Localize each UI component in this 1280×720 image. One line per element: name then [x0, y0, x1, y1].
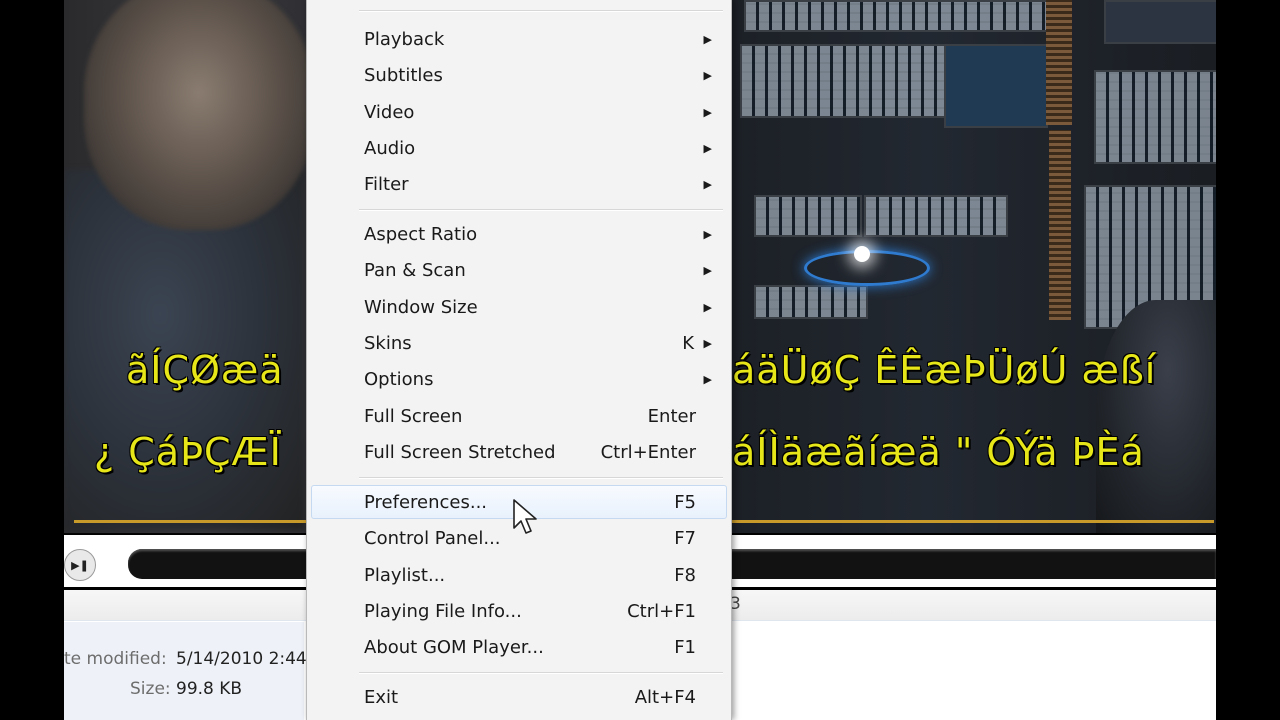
menu-item-window-size[interactable]: Window Size ▶ [311, 290, 727, 324]
menu-item-label: Video [364, 101, 415, 123]
menu-item-aspect-ratio[interactable]: Aspect Ratio ▶ [311, 217, 727, 251]
video-face [84, 0, 314, 230]
submenu-arrow-icon: ▶ [703, 372, 712, 386]
date-modified-value: 5/14/2010 2:44 [176, 649, 307, 669]
size-label: Size: [130, 679, 171, 699]
video-light [854, 246, 870, 262]
menu-item-exit[interactable]: Exit Alt+F4 [311, 680, 727, 714]
menu-item-shortcut: K [682, 332, 694, 354]
menu-item-shortcut: F8 [674, 564, 696, 586]
menu-item-label: Full Screen [364, 405, 463, 427]
menu-separator [359, 10, 723, 12]
submenu-arrow-icon: ▶ [703, 300, 712, 314]
menu-item-shortcut: Alt+F4 [634, 686, 696, 708]
video-panel [1104, 0, 1216, 44]
menu-item-label: Full Screen Stretched [364, 441, 556, 463]
submenu-arrow-icon: ▶ [703, 227, 712, 241]
details-side-panel [64, 622, 304, 720]
menu-item-label: Playing File Info... [364, 600, 522, 622]
video-person-right [1096, 300, 1216, 533]
menu-item-shortcut: F1 [674, 636, 696, 658]
menu-item-playlist[interactable]: Playlist... F8 [311, 558, 727, 592]
menu-item-shortcut: Ctrl+Enter [600, 441, 696, 463]
menu-item-shortcut: Enter [647, 405, 696, 427]
menu-item-options[interactable]: Options ▶ [311, 362, 727, 396]
video-rack [1046, 0, 1072, 125]
menu-item-label: Pan & Scan [364, 259, 466, 281]
menu-item-label: Playlist... [364, 564, 446, 586]
menu-item-label: Filter [364, 173, 409, 195]
menu-item-filter[interactable]: Filter ▶ [311, 167, 727, 201]
submenu-arrow-icon: ▶ [703, 68, 712, 82]
menu-item-playing-file-info[interactable]: Playing File Info... Ctrl+F1 [311, 594, 727, 628]
subtitle-line-1-left: ãÍÇØæä [126, 348, 284, 392]
menu-separator [359, 477, 723, 479]
menu-item-playback[interactable]: Playback ▶ [311, 22, 727, 56]
menu-item-label: Audio [364, 137, 416, 159]
subtitle-line-1-right: áäÜøÇ ÊÊæÞÜøÚ æßí [732, 348, 1157, 392]
menu-item-shortcut: F7 [674, 527, 696, 549]
menu-item-label: Control Panel... [364, 527, 501, 549]
submenu-arrow-icon: ▶ [703, 336, 712, 350]
menu-item-about[interactable]: About GOM Player... F1 [311, 630, 727, 664]
submenu-arrow-icon: ▶ [703, 32, 712, 46]
context-menu: Playback ▶ Subtitles ▶ Video ▶ Audio ▶ F… [306, 0, 732, 720]
video-panel [1094, 70, 1216, 164]
menu-item-video[interactable]: Video ▶ [311, 95, 727, 129]
menu-item-audio[interactable]: Audio ▶ [311, 131, 727, 165]
video-panel [754, 195, 862, 237]
menu-item-shortcut: Ctrl+F1 [627, 600, 696, 622]
menu-item-skins[interactable]: Skins K ▶ [311, 326, 727, 360]
date-modified-label: te modified: [64, 649, 167, 669]
menu-separator [359, 672, 723, 674]
menu-item-subtitles[interactable]: Subtitles ▶ [311, 58, 727, 92]
submenu-arrow-icon: ▶ [703, 141, 712, 155]
size-value: 99.8 KB [176, 679, 243, 699]
menu-item-full-screen[interactable]: Full Screen Enter [311, 399, 727, 433]
menu-item-pan-scan[interactable]: Pan & Scan ▶ [311, 253, 727, 287]
menu-item-shortcut: F5 [674, 491, 696, 513]
menu-item-label: About GOM Player... [364, 636, 544, 658]
video-rack [1049, 130, 1071, 320]
video-panel [754, 285, 868, 319]
menu-item-full-screen-stretched[interactable]: Full Screen Stretched Ctrl+Enter [311, 435, 727, 469]
submenu-arrow-icon: ▶ [703, 105, 712, 119]
menu-item-label: Subtitles [364, 64, 443, 86]
play-pause-button[interactable]: ▶❚ [64, 549, 96, 581]
menu-item-label: Options [364, 368, 434, 390]
video-panel [740, 44, 964, 118]
video-panel [944, 44, 1048, 128]
menu-item-label: Window Size [364, 296, 478, 318]
subtitle-line-2-left: ¿ ÇáÞÇÆÏ [94, 430, 282, 474]
menu-item-label: Preferences... [364, 491, 488, 513]
subtitle-line-2-right: áÍÌäæãíæä " ÓÝä ÞÈá [732, 430, 1145, 474]
menu-item-label: Exit [364, 686, 399, 708]
menu-separator [359, 209, 723, 211]
menu-item-label: Skins [364, 332, 412, 354]
submenu-arrow-icon: ▶ [703, 177, 712, 191]
video-panel [864, 195, 1008, 237]
menu-item-label: Aspect Ratio [364, 223, 478, 245]
mouse-cursor-icon [513, 499, 537, 534]
submenu-arrow-icon: ▶ [703, 263, 712, 277]
menu-item-label: Playback [364, 28, 445, 50]
video-panel [744, 0, 1048, 32]
play-pause-icon: ▶❚ [71, 558, 89, 572]
